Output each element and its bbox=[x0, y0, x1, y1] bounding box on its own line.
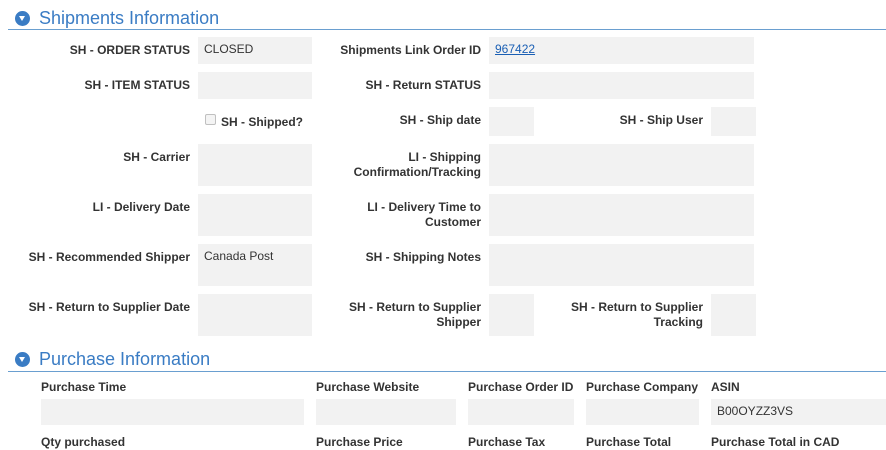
recommended-shipper-field[interactable]: Canada Post bbox=[198, 244, 312, 286]
return-date-label: SH - Return to Supplier Date bbox=[28, 300, 190, 314]
purchase-company-field[interactable] bbox=[586, 399, 699, 425]
return-date-field[interactable] bbox=[198, 294, 312, 336]
return-status-label: SH - Return STATUS bbox=[365, 78, 481, 92]
section-divider bbox=[8, 371, 886, 372]
purchase-section-title: Purchase Information bbox=[39, 349, 211, 369]
delivery-date-field[interactable] bbox=[198, 194, 312, 236]
return-shipper-label: SH - Return to Supplier Shipper bbox=[349, 300, 481, 329]
carrier-label: SH - Carrier bbox=[123, 150, 190, 164]
order-status-field[interactable]: CLOSED bbox=[198, 37, 312, 64]
ship-user-field[interactable] bbox=[711, 107, 756, 136]
carrier-field[interactable] bbox=[198, 144, 312, 186]
shipping-notes-field[interactable] bbox=[489, 244, 754, 286]
purchase-time-field[interactable] bbox=[41, 399, 304, 425]
link-order-id-field: 967422 bbox=[489, 37, 754, 64]
return-tracking-field[interactable] bbox=[711, 294, 756, 336]
purchase-time-label: Purchase Time bbox=[41, 380, 127, 394]
ship-date-field[interactable] bbox=[489, 107, 534, 136]
delivery-time-field[interactable] bbox=[489, 194, 754, 236]
section-divider bbox=[8, 29, 886, 30]
recommended-shipper-label: SH - Recommended Shipper bbox=[28, 250, 190, 264]
delivery-date-label: LI - Delivery Date bbox=[92, 200, 190, 214]
return-shipper-field[interactable] bbox=[489, 294, 534, 336]
shipping-notes-label: SH - Shipping Notes bbox=[365, 250, 481, 264]
order-status-label: SH - ORDER STATUS bbox=[69, 43, 190, 57]
collapse-chevron-icon[interactable] bbox=[15, 352, 30, 367]
link-order-id-label: Shipments Link Order ID bbox=[340, 43, 481, 57]
asin-label: ASIN bbox=[711, 380, 740, 394]
purchase-company-label: Purchase Company bbox=[586, 380, 699, 394]
purchase-order-id-field[interactable] bbox=[468, 399, 574, 425]
item-status-field[interactable] bbox=[198, 72, 312, 99]
collapse-chevron-icon[interactable] bbox=[15, 11, 30, 26]
purchase-website-label: Purchase Website bbox=[316, 380, 420, 394]
return-tracking-label: SH - Return to Supplier Tracking bbox=[571, 300, 703, 329]
shipped-checkbox[interactable] bbox=[205, 114, 216, 125]
shipped-label: SH - Shipped? bbox=[221, 115, 303, 129]
tracking-label: LI - Shipping Confirmation/Tracking bbox=[353, 150, 481, 179]
return-status-field[interactable] bbox=[489, 72, 754, 99]
ship-user-label: SH - Ship User bbox=[619, 113, 703, 127]
order-id-link[interactable]: 967422 bbox=[495, 42, 535, 56]
purchase-website-field[interactable] bbox=[316, 399, 456, 425]
delivery-time-label: LI - Delivery Time to Customer bbox=[367, 200, 481, 229]
shipments-section-title: Shipments Information bbox=[39, 8, 220, 28]
asin-field[interactable]: B00OYZZ3VS bbox=[711, 399, 886, 425]
item-status-label: SH - ITEM STATUS bbox=[84, 78, 190, 92]
tracking-field[interactable] bbox=[489, 144, 754, 186]
ship-date-label: SH - Ship date bbox=[399, 113, 481, 127]
purchase-order-id-label: Purchase Order ID bbox=[468, 380, 574, 394]
